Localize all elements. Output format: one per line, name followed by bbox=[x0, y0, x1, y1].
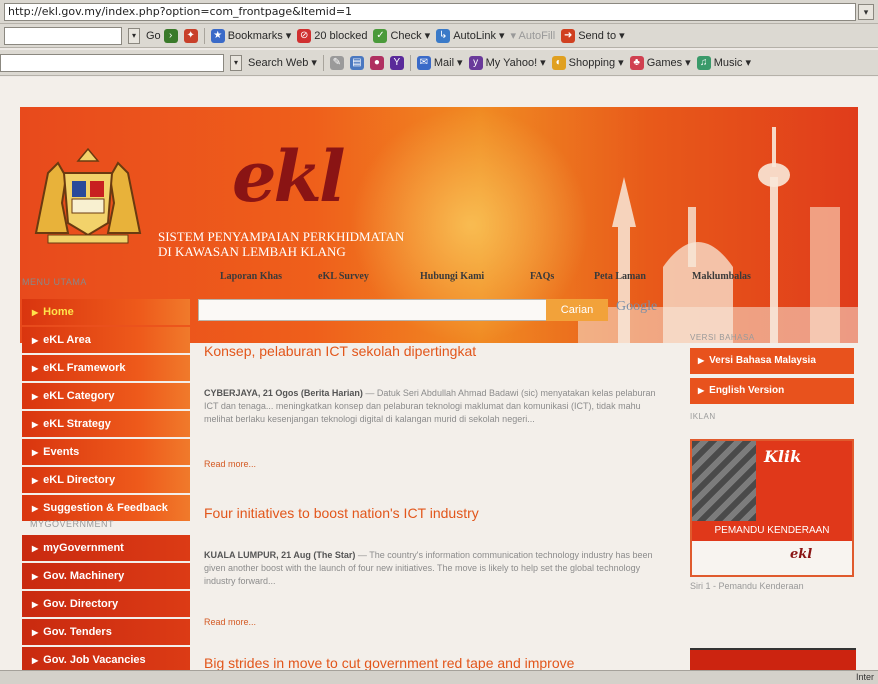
menu-item-mygovernment[interactable]: ▶ myGovernment bbox=[22, 535, 190, 561]
news-title-1[interactable]: Konsep, pelaburan ICT sekolah dipertingk… bbox=[204, 343, 476, 359]
go-button[interactable]: Go › bbox=[146, 28, 178, 43]
menu-utama-label: MENU UTAMA bbox=[22, 277, 87, 287]
menu-item-ekl-strategy[interactable]: ▶ eKL Strategy bbox=[22, 411, 190, 437]
nav-ekl-survey[interactable]: eKL Survey bbox=[318, 271, 369, 282]
circle-icon[interactable]: ● bbox=[369, 55, 384, 70]
ad-ekl-logo: ekl bbox=[790, 547, 813, 562]
chevron-down-icon[interactable]: ▾ bbox=[230, 54, 242, 71]
fire-icon[interactable]: ✦ bbox=[183, 28, 198, 43]
browser-toolbar: ▾ Go › ✦ ★ Bookmarks ▾ ⊘ 20 blocked ✓ Check … bbox=[0, 24, 878, 48]
blocked-icon: ⊘ bbox=[297, 28, 312, 43]
my-yahoo-button[interactable]: y My Yahoo! ▾ bbox=[468, 55, 546, 70]
mygovernment-label: MYGOVERNMENT bbox=[30, 519, 115, 529]
spellcheck-button[interactable]: ✓ Check ▾ bbox=[373, 28, 430, 43]
go-arrow-icon: › bbox=[163, 28, 178, 43]
traffic-photo bbox=[692, 441, 756, 521]
site-title: SISTEM PENYAMPAIAN PERKHIDMATAN DI KAWAS… bbox=[158, 229, 405, 259]
music-button[interactable]: ♫ Music ▾ bbox=[696, 55, 751, 70]
menu-item-ekl-directory[interactable]: ▶ eKL Directory bbox=[22, 467, 190, 493]
news-title-2[interactable]: Four initiatives to boost nation's ICT i… bbox=[204, 505, 479, 521]
menu-item-ekl-category[interactable]: ▶ eKL Category bbox=[22, 383, 190, 409]
government-menu: ▶ myGovernment ▶ Gov. Machinery ▶ Gov. Dire… bbox=[22, 535, 190, 675]
ekl-logo: ekl bbox=[232, 135, 346, 218]
shopping-button[interactable]: ◐ Shopping ▾ bbox=[551, 55, 624, 70]
popup-blocker[interactable]: ⊘ 20 blocked bbox=[297, 28, 367, 43]
yahoo-icon[interactable]: Y bbox=[389, 55, 404, 70]
language-label: VERSI BAHASA bbox=[690, 333, 755, 342]
nav-faqs[interactable]: FAQs bbox=[530, 271, 554, 282]
send-to-button[interactable]: ➜ Send to ▾ bbox=[561, 28, 625, 43]
check-icon: ✓ bbox=[373, 28, 388, 43]
top-navigation: MENU UTAMA Laporan Khas eKL Survey Hubun… bbox=[20, 271, 858, 291]
nav-laporan-khas[interactable]: Laporan Khas bbox=[220, 271, 282, 282]
mail-icon: ✉ bbox=[416, 55, 431, 70]
menu-item-gov-machinery[interactable]: ▶ Gov. Machinery bbox=[22, 563, 190, 589]
chevron-down-icon[interactable]: ▾ bbox=[128, 27, 140, 44]
status-bar: Inter bbox=[0, 670, 878, 684]
autofill-button[interactable]: ▾ AutoFill bbox=[511, 29, 556, 42]
bookmarks-menu[interactable]: ★ Bookmarks ▾ bbox=[210, 28, 291, 43]
ads-label: IKLAN bbox=[690, 412, 716, 421]
malay-version-button[interactable]: ▶ Versi Bahasa Malaysia bbox=[690, 348, 854, 374]
google-logo: Google bbox=[616, 299, 658, 314]
yahoo-search-input[interactable] bbox=[0, 53, 224, 72]
nav-maklumbalas[interactable]: Maklumbalas bbox=[692, 271, 751, 282]
autolink-icon: ↳ bbox=[436, 28, 451, 43]
klik-logo: Klik bbox=[764, 447, 802, 466]
music-icon: ♫ bbox=[696, 55, 711, 70]
page-icon[interactable]: ▤ bbox=[349, 55, 364, 70]
coat-of-arms-icon bbox=[34, 147, 142, 244]
mail-button[interactable]: ✉ Mail ▾ bbox=[416, 55, 463, 70]
autolink-button[interactable]: ↳ AutoLink ▾ bbox=[436, 28, 505, 43]
address-bar: http://ekl.gov.my/index.php?option=com_f… bbox=[0, 0, 878, 24]
nav-hubungi-kami[interactable]: Hubungi Kami bbox=[420, 271, 484, 282]
second-ad-banner[interactable] bbox=[690, 648, 856, 670]
news-body-2: KUALA LUMPUR, 21 Aug (The Star) — The co… bbox=[204, 550, 653, 586]
search-web-button[interactable]: Search Web ▾ bbox=[248, 56, 317, 70]
menu-item-ekl-area[interactable]: ▶ eKL Area bbox=[22, 327, 190, 353]
driver-ad-banner[interactable]: Klik PEMANDU KENDERAAN ekl bbox=[690, 439, 854, 577]
my-yahoo-icon: y bbox=[468, 55, 483, 70]
ad-subtitle: PEMANDU KENDERAAN bbox=[692, 521, 852, 541]
ad-caption: Siri 1 - Pemandu Kenderaan bbox=[690, 581, 804, 591]
menu-item-home[interactable]: ▶ Home bbox=[22, 299, 190, 325]
menu-item-ekl-framework[interactable]: ▶ eKL Framework bbox=[22, 355, 190, 381]
right-sidebar: VERSI BAHASA ▶ Versi Bahasa Malaysia ▶ Eng… bbox=[690, 333, 854, 591]
address-input[interactable]: http://ekl.gov.my/index.php?option=com_f… bbox=[4, 2, 856, 21]
games-icon: ♣ bbox=[629, 55, 644, 70]
read-more-link-1[interactable]: Read more... bbox=[204, 459, 256, 469]
read-more-link-2[interactable]: Read more... bbox=[204, 617, 256, 627]
page-content: ekl SISTEM PENYAMPAIAN PERKHIDMATAN DI K… bbox=[0, 77, 878, 673]
main-menu: ▶ Home ▶ eKL Area ▶ eKL Framework ▶ eKL Cate… bbox=[22, 299, 190, 523]
address-dropdown-icon[interactable]: ▾ bbox=[858, 3, 874, 20]
menu-item-gov-directory[interactable]: ▶ Gov. Directory bbox=[22, 591, 190, 617]
toolbar-search-input[interactable] bbox=[4, 26, 122, 45]
menu-item-events[interactable]: ▶ Events bbox=[22, 439, 190, 465]
games-button[interactable]: ♣ Games ▾ bbox=[629, 55, 691, 70]
news-title-3[interactable]: Big strides in move to cut government re… bbox=[204, 655, 574, 671]
english-version-button[interactable]: ▶ English Version bbox=[690, 378, 854, 404]
security-zone: Inter bbox=[855, 672, 874, 682]
send-icon: ➜ bbox=[561, 28, 576, 43]
nav-peta-laman[interactable]: Peta Laman bbox=[594, 271, 646, 282]
search-button[interactable]: Carian bbox=[546, 299, 608, 321]
star-icon: ★ bbox=[210, 28, 225, 43]
pencil-icon[interactable]: ✎ bbox=[329, 55, 344, 70]
menu-item-suggestion-feedback[interactable]: ▶ Suggestion & Feedback bbox=[22, 495, 190, 521]
news-body-1: CYBERJAYA, 21 Ogos (Berita Harian) — Dat… bbox=[204, 388, 656, 424]
shopping-icon: ◐ bbox=[551, 55, 566, 70]
yahoo-toolbar: ▾ Search Web ▾ ✎ ▤ ● Y ✉ Mail ▾ y My Yahoo… bbox=[0, 50, 878, 76]
site-search-input[interactable] bbox=[198, 299, 548, 321]
menu-item-gov-tenders[interactable]: ▶ Gov. Tenders bbox=[22, 619, 190, 645]
